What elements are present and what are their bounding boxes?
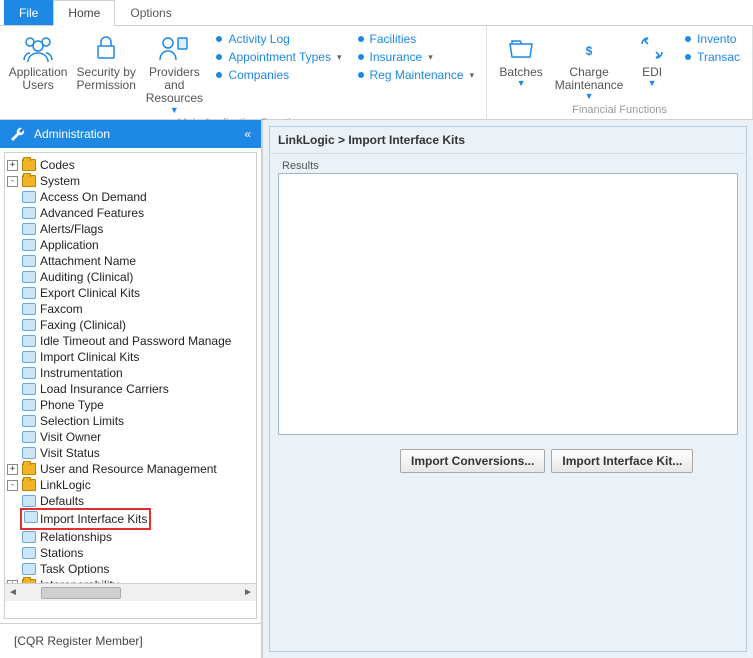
tree-user-resource-mgmt[interactable]: +User and Resource Management — [7, 461, 254, 477]
edi-icon — [636, 32, 668, 64]
tree-export-clinical-kits[interactable]: Export Clinical Kits — [7, 285, 254, 301]
sidebar-title: Administration — [34, 127, 110, 141]
tab-file[interactable]: File — [4, 0, 53, 25]
providers-icon — [158, 32, 190, 64]
import-interface-kit-button[interactable]: Import Interface Kit... — [551, 449, 693, 473]
ribbon: Application Users Security by Permission… — [0, 26, 753, 120]
tree-auditing-clinical[interactable]: Auditing (Clinical) — [7, 269, 254, 285]
item-icon — [22, 191, 36, 203]
tree-faxing-clinical[interactable]: Faxing (Clinical) — [7, 317, 254, 333]
nav-tree: +Codes -System Access On Demand Advanced… — [5, 153, 256, 583]
tree-idle-timeout[interactable]: Idle Timeout and Password Manage — [7, 333, 254, 349]
insurance-link[interactable]: Insurance▾ — [358, 50, 475, 64]
results-label: Results — [278, 160, 738, 172]
charge-maint-button[interactable]: $ Charge Maintenance▼ — [553, 30, 625, 102]
tree-codes[interactable]: +Codes — [7, 157, 254, 173]
tree-import-interface-kits[interactable]: Import Interface Kits — [7, 509, 254, 529]
tree-attachment-name[interactable]: Attachment Name — [7, 253, 254, 269]
tree-visit-status[interactable]: Visit Status — [7, 445, 254, 461]
dollar-icon: $ — [573, 32, 605, 64]
results-box[interactable] — [278, 173, 738, 435]
security-button[interactable]: Security by Permission — [74, 30, 138, 92]
activity-log-link[interactable]: Activity Log — [216, 32, 341, 46]
users-icon — [22, 32, 54, 64]
tab-home[interactable]: Home — [53, 0, 115, 26]
tree-faxcom[interactable]: Faxcom — [7, 301, 254, 317]
tree-linklogic[interactable]: -LinkLogic — [7, 477, 254, 493]
tree-access-on-demand[interactable]: Access On Demand — [7, 189, 254, 205]
tree-advanced-features[interactable]: Advanced Features — [7, 205, 254, 221]
sidebar: Administration « +Codes -System Access O… — [0, 120, 262, 658]
companies-link[interactable]: Companies — [216, 68, 341, 82]
content-area: LinkLogic > Import Interface Kits Result… — [262, 120, 753, 658]
tree-selection-limits[interactable]: Selection Limits — [7, 413, 254, 429]
ribbon-fin-caption: Financial Functions — [493, 102, 746, 118]
batches-button[interactable]: Batches▼ — [493, 30, 549, 89]
folder-icon — [22, 175, 36, 187]
tree-visit-owner[interactable]: Visit Owner — [7, 429, 254, 445]
tab-options[interactable]: Options — [115, 0, 186, 25]
svg-text:$: $ — [586, 44, 593, 58]
appointment-types-link[interactable]: Appointment Types▾ — [216, 50, 341, 64]
tree-task-options[interactable]: Task Options — [7, 561, 254, 577]
folder-icon — [22, 159, 36, 171]
collapse-icon[interactable]: « — [244, 127, 251, 141]
sidebar-footer: [CQR Register Member] — [0, 623, 261, 658]
import-conversions-button[interactable]: Import Conversions... — [400, 449, 545, 473]
top-tabs: File Home Options — [0, 0, 753, 26]
facilities-link[interactable]: Facilities — [358, 32, 475, 46]
breadcrumb: LinkLogic > Import Interface Kits — [270, 127, 746, 154]
tree-hscroll[interactable]: ◄► — [5, 583, 256, 601]
edi-button[interactable]: EDI▼ — [629, 30, 675, 89]
tree-instrumentation[interactable]: Instrumentation — [7, 365, 254, 381]
tree-import-clinical-kits[interactable]: Import Clinical Kits — [7, 349, 254, 365]
tree-stations[interactable]: Stations — [7, 545, 254, 561]
providers-label: Providers and Resources — [142, 66, 206, 106]
tree-phone-type[interactable]: Phone Type — [7, 397, 254, 413]
batches-icon — [505, 32, 537, 64]
app-users-button[interactable]: Application Users — [6, 30, 70, 92]
tree-alerts-flags[interactable]: Alerts/Flags — [7, 221, 254, 237]
lock-icon — [90, 32, 122, 64]
tree-load-insurance[interactable]: Load Insurance Carriers — [7, 381, 254, 397]
app-users-label: Application Users — [6, 66, 70, 92]
tree-system[interactable]: -System — [7, 173, 254, 189]
sidebar-header: Administration « — [0, 120, 261, 148]
chevron-down-icon: ▼ — [170, 106, 179, 116]
inventory-link[interactable]: Invento — [685, 32, 740, 46]
transactions-link[interactable]: Transac — [685, 50, 740, 64]
tree-relationships[interactable]: Relationships — [7, 529, 254, 545]
tree-defaults[interactable]: Defaults — [7, 493, 254, 509]
providers-button[interactable]: Providers and Resources ▼ — [142, 30, 206, 115]
tree-application[interactable]: Application — [7, 237, 254, 253]
reg-maintenance-link[interactable]: Reg Maintenance▾ — [358, 68, 475, 82]
wrench-icon — [10, 126, 26, 142]
security-label: Security by Permission — [74, 66, 138, 92]
